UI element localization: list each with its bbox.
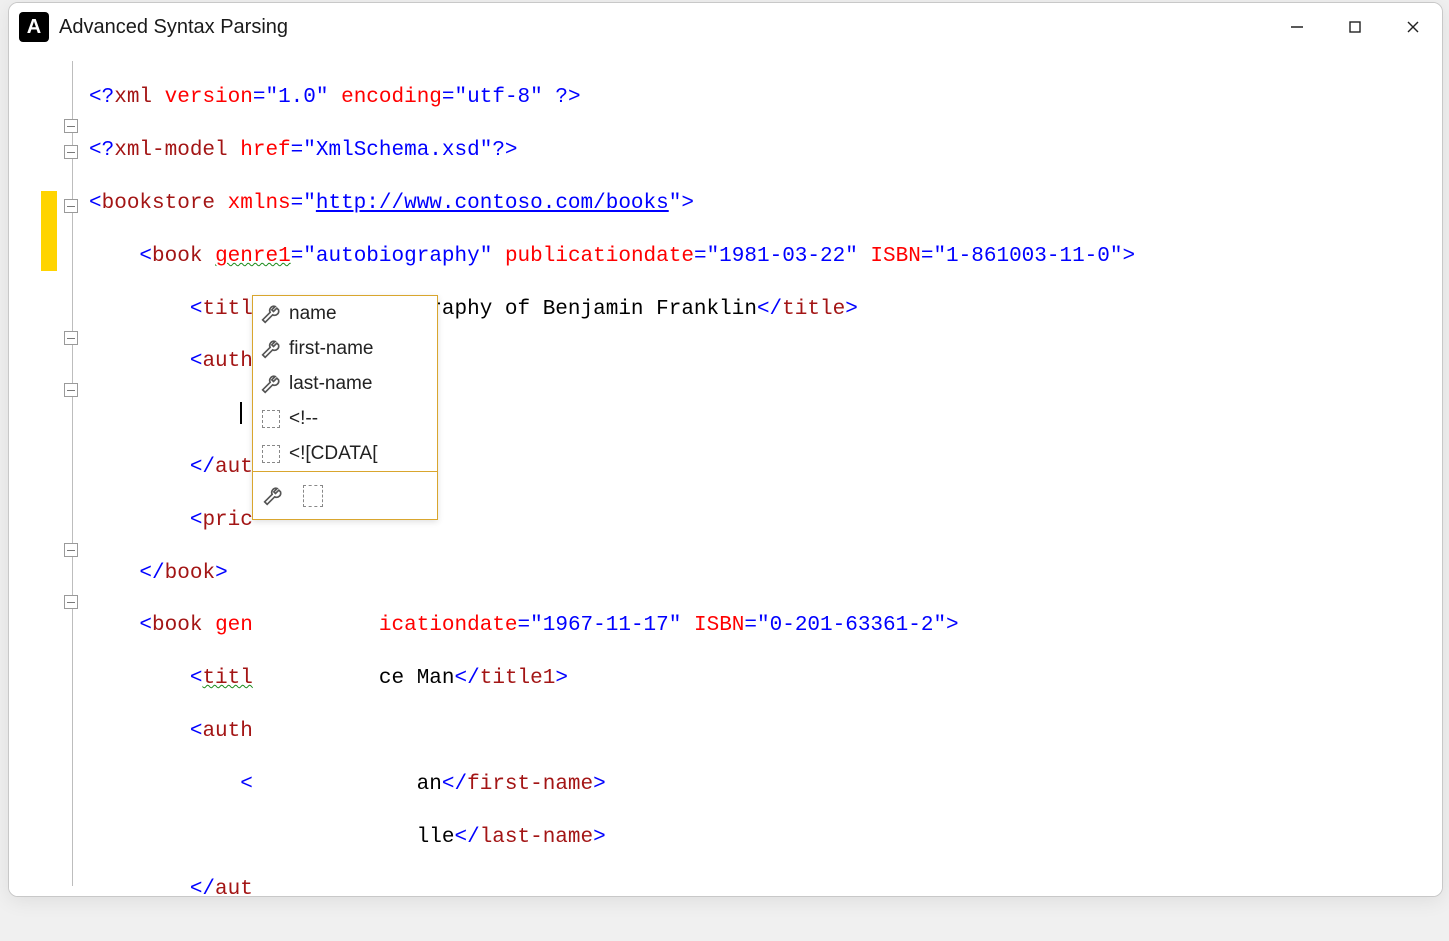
snippet-icon [261,409,281,429]
fold-toggle[interactable] [64,119,78,133]
autocomplete-list: name first-name last-name <!-- [253,296,437,471]
autocomplete-item-label: name [289,303,337,325]
minimize-button[interactable] [1268,3,1326,51]
autocomplete-item-last-name[interactable]: last-name [253,366,437,401]
close-icon [1405,19,1421,35]
fold-toggle[interactable] [64,383,78,397]
autocomplete-item-label: <![CDATA[ [289,443,378,465]
autocomplete-footer [253,471,437,519]
close-button[interactable] [1384,3,1442,51]
gutter[interactable] [9,51,83,896]
code-line[interactable]: <?xml-model href="XmlSchema.xsd"?> [89,138,1436,164]
autocomplete-item-cdata[interactable]: <![CDATA[ [253,436,437,471]
fold-toggle[interactable] [64,595,78,609]
fold-toggle[interactable] [64,331,78,345]
autocomplete-item-label: first-name [289,338,373,360]
window-controls [1268,3,1442,51]
wrench-icon [261,304,281,324]
code-line[interactable]: <?xml version="1.0" encoding="utf-8" ?> [89,85,1436,111]
autocomplete-item-label: <!-- [289,408,318,430]
code-line[interactable]: <bookstore xmlns="http://www.contoso.com… [89,191,1436,217]
app-window: A Advanced Syntax Parsing <?xml [8,2,1443,897]
fold-toggle[interactable] [64,145,78,159]
code-line[interactable]: <titl ce Man</title1> [89,666,1436,692]
autocomplete-item-comment[interactable]: <!-- [253,401,437,436]
fold-guide-line [72,61,73,886]
code-line[interactable]: lle</last-name> [89,825,1436,851]
wrench-icon[interactable] [263,486,283,506]
code-line[interactable]: < an</first-name> [89,772,1436,798]
fold-toggle[interactable] [64,543,78,557]
window-title: Advanced Syntax Parsing [59,16,288,39]
maximize-icon [1348,20,1362,34]
fold-toggle[interactable] [64,199,78,213]
code-line[interactable]: </aut [89,877,1436,896]
autocomplete-item-name[interactable]: name [253,296,437,331]
code-line[interactable]: <book gen icationdate="1967-11-17" ISBN=… [89,613,1436,639]
code-line[interactable]: </book> [89,561,1436,587]
text-caret [240,402,242,424]
modified-marker [41,191,57,271]
snippet-icon[interactable] [303,486,323,506]
autocomplete-item-label: last-name [289,373,372,395]
minimize-icon [1289,19,1305,35]
snippet-icon [261,444,281,464]
wrench-icon [261,374,281,394]
editor[interactable]: <?xml version="1.0" encoding="utf-8" ?> … [9,51,1442,896]
code-line[interactable]: <book genre1="autobiography" publication… [89,244,1436,270]
autocomplete-popup[interactable]: name first-name last-name <!-- [252,295,438,520]
code-line[interactable]: <auth [89,719,1436,745]
autocomplete-item-first-name[interactable]: first-name [253,331,437,366]
app-icon: A [19,12,49,42]
wrench-icon [261,339,281,359]
maximize-button[interactable] [1326,3,1384,51]
title-bar[interactable]: A Advanced Syntax Parsing [9,3,1442,51]
